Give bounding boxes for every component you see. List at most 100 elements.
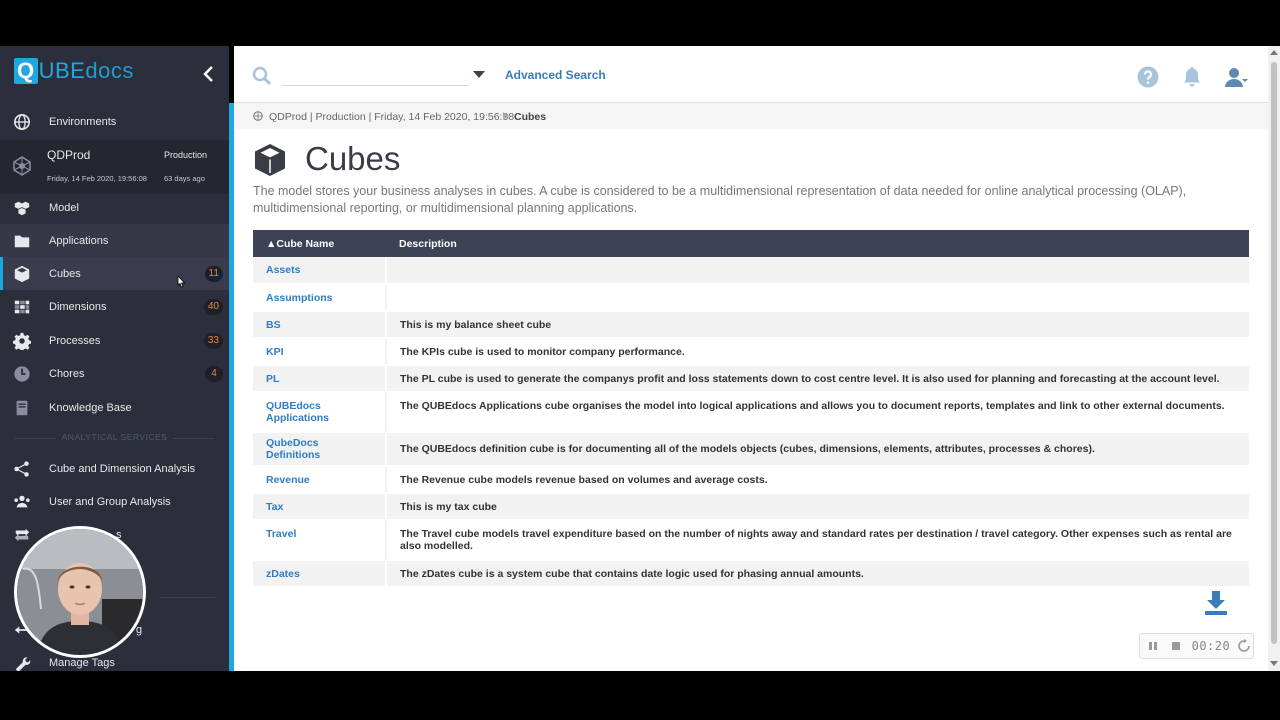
description-cell xyxy=(386,257,1249,285)
cube-link[interactable]: PL xyxy=(266,373,279,385)
cube-name-cell: Revenue xyxy=(253,466,387,494)
cube-name-cell: Assumptions xyxy=(253,284,387,312)
breadcrumb: QDProd | Production | Friday, 14 Feb 202… xyxy=(234,103,1268,129)
cube-link[interactable]: Assets xyxy=(266,264,300,276)
count-badge: 33 xyxy=(203,332,223,349)
scrollbar-thumb[interactable] xyxy=(1271,62,1277,644)
column-header-description[interactable]: Description xyxy=(386,230,1249,257)
video-letterbox-bottom xyxy=(0,671,1280,720)
table-row: Assumptions xyxy=(253,284,1249,312)
count-badge: 4 xyxy=(205,365,223,382)
sidebar-item-label: Cube and Dimension Analysis xyxy=(49,462,196,475)
environment-date: Friday, 14 Feb 2020, 19:56:08 xyxy=(47,174,147,183)
vertical-scrollbar[interactable] xyxy=(1268,46,1280,671)
cube-link[interactable]: KPI xyxy=(266,346,284,358)
main-content: Advanced Search QDProd | Production | Fr… xyxy=(234,46,1268,671)
scroll-up-icon[interactable] xyxy=(1270,50,1278,55)
users-icon xyxy=(12,492,32,512)
sidebar-item-chores[interactable]: Chores 4 xyxy=(0,357,229,390)
table-row: PL The PL cube is used to generate the co… xyxy=(253,365,1249,393)
sidebar-item-environments[interactable]: Environments xyxy=(0,105,229,138)
description-cell xyxy=(386,284,1249,312)
description-cell: The Revenue cube models revenue based on… xyxy=(386,466,1249,494)
user-account-icon[interactable] xyxy=(1224,65,1248,89)
bell-icon[interactable] xyxy=(1180,65,1204,89)
sidebar-item-cubes[interactable]: Cubes 11 xyxy=(0,257,229,290)
advanced-search-link[interactable]: Advanced Search xyxy=(505,68,606,82)
sidebar-item-label: Applications xyxy=(49,234,109,247)
scroll-down-icon[interactable] xyxy=(1270,661,1278,666)
cube-link[interactable]: Assumptions xyxy=(266,292,333,304)
breadcrumb-current: Cubes xyxy=(514,111,547,123)
table-header-row: ▲Cube Name Description xyxy=(253,230,1249,257)
sidebar-item-label: Knowledge Base xyxy=(49,401,132,414)
sidebar-item-cube-dimension-analysis[interactable]: Cube and Dimension Analysis xyxy=(0,452,229,485)
download-icon[interactable] xyxy=(1204,590,1228,616)
description-cell: The KPIs cube is used to monitor company… xyxy=(386,338,1249,366)
help-icon[interactable] xyxy=(1136,65,1160,89)
sidebar-item-label: Model xyxy=(49,201,79,214)
sidebar-item-applications[interactable]: Applications xyxy=(0,224,229,257)
table-row: Revenue The Revenue cube models revenue b… xyxy=(253,466,1249,494)
pause-button[interactable] xyxy=(1144,636,1163,656)
folder-icon xyxy=(12,231,32,251)
cube-link[interactable]: QUBEdocs Applications xyxy=(266,400,329,424)
recording-controls: 00:20 xyxy=(1139,633,1254,659)
cube-name-cell: KPI xyxy=(253,338,387,366)
description-cell: The zDates cube is a system cube that co… xyxy=(386,560,1249,588)
cube-link[interactable]: QubeDocs Definitions xyxy=(266,437,320,461)
cube-name-cell: Travel xyxy=(253,520,387,561)
collapse-sidebar-button[interactable] xyxy=(199,64,219,84)
wrench-icon xyxy=(12,653,32,671)
environment-icon xyxy=(12,156,32,176)
cube-name-cell: BS xyxy=(253,311,387,339)
sidebar-item-knowledge-base[interactable]: Knowledge Base xyxy=(0,391,229,424)
description-cell: The PL cube is used to generate the comp… xyxy=(386,365,1249,393)
table-row: QUBEdocs Applications The QUBEdocs Applic… xyxy=(253,392,1249,433)
cube-link[interactable]: zDates xyxy=(266,568,300,580)
cube-link[interactable]: Travel xyxy=(266,528,296,540)
mouse-cursor-icon xyxy=(177,275,186,288)
search-input[interactable] xyxy=(282,66,468,86)
page-description: The model stores your business analyses … xyxy=(253,184,1187,215)
sidebar-item-manage-tags[interactable]: Manage Tags xyxy=(0,646,229,671)
top-bar: Advanced Search xyxy=(234,46,1268,103)
video-letterbox-top xyxy=(0,0,1280,46)
cube-link[interactable]: BS xyxy=(266,319,281,331)
cube-link[interactable]: Tax xyxy=(266,501,283,513)
globe-icon xyxy=(12,112,32,132)
cube-icon xyxy=(255,144,285,176)
logo-ube: UBE xyxy=(38,58,86,83)
pause-icon xyxy=(1149,642,1158,650)
sidebar-item-processes[interactable]: Processes 33 xyxy=(0,324,229,357)
sidebar-item-user-group-analysis[interactable]: User and Group Analysis xyxy=(0,485,229,518)
column-header-cube-name[interactable]: ▲Cube Name xyxy=(253,230,386,257)
table-row: Tax This is my tax cube xyxy=(253,493,1249,521)
section-label-text: ANALYTICAL SERVICES xyxy=(55,432,174,442)
table-row: KPI The KPIs cube is used to monitor comp… xyxy=(253,338,1249,366)
network-icon xyxy=(12,459,32,479)
description-cell: The QUBEdocs Applications cube organises… xyxy=(386,392,1249,433)
cubes-table: ▲Cube Name Description Assets Assumption… xyxy=(253,230,1249,588)
count-badge: 40 xyxy=(203,298,223,315)
breadcrumb-path[interactable]: QDProd | Production | Friday, 14 Feb 202… xyxy=(269,111,514,123)
current-environment[interactable]: QDProd Production Friday, 14 Feb 2020, 1… xyxy=(0,140,229,194)
stop-button[interactable] xyxy=(1167,636,1186,656)
sidebar-item-label: Dimensions xyxy=(49,300,107,313)
sidebar-item-dimensions[interactable]: Dimensions 40 xyxy=(0,290,229,323)
cube-name-cell: Tax xyxy=(253,493,387,521)
chevron-left-icon xyxy=(203,66,213,82)
sidebar-item-label: Chores xyxy=(49,367,85,380)
cube-name-cell: QubeDocs Definitions xyxy=(253,432,387,467)
search-icon[interactable] xyxy=(252,66,272,86)
restart-button[interactable] xyxy=(1234,636,1253,656)
count-badge: 11 xyxy=(204,265,223,282)
environment-stage: Production xyxy=(164,150,208,160)
app-logo[interactable]: Q UBE docs xyxy=(14,58,134,84)
clock-icon xyxy=(12,364,32,384)
sidebar-item-model[interactable]: Model xyxy=(0,191,229,224)
search-dropdown-icon[interactable] xyxy=(473,71,485,78)
environment-age: 63 days ago xyxy=(164,174,205,183)
stop-icon xyxy=(1172,642,1181,650)
cube-link[interactable]: Revenue xyxy=(266,474,310,486)
